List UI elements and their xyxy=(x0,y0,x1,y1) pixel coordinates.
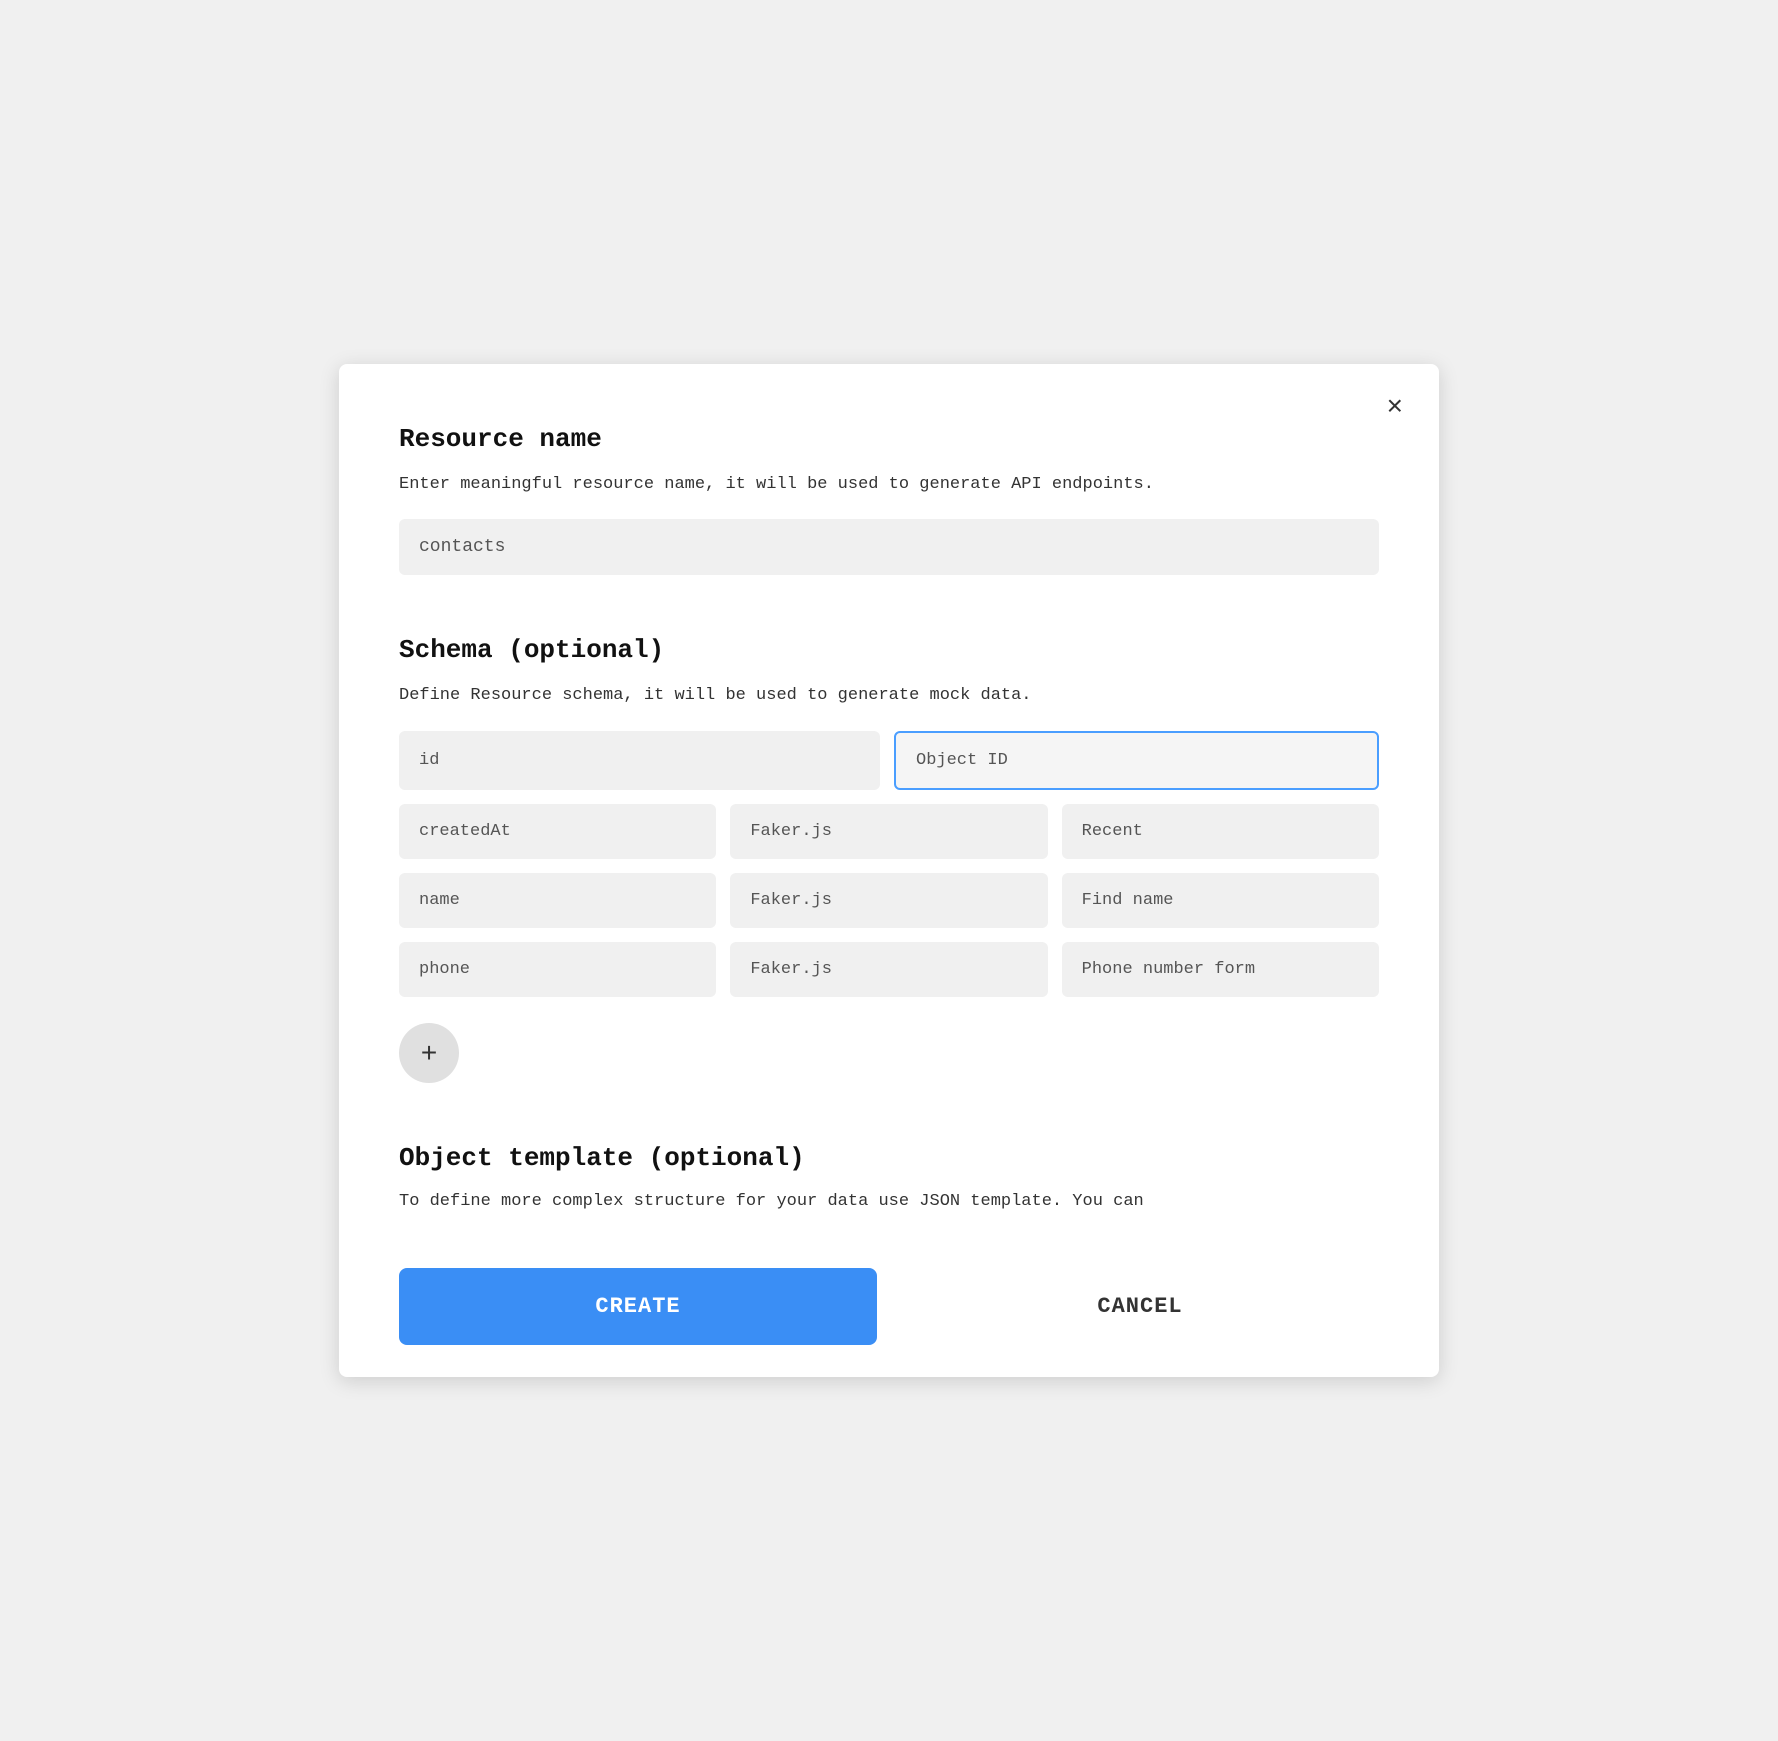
plus-icon: + xyxy=(421,1037,437,1069)
schema-description: Define Resource schema, it will be used … xyxy=(399,683,1379,709)
table-row xyxy=(399,942,1379,997)
field-name-input[interactable] xyxy=(399,942,716,997)
modal-container: × Resource name Enter meaningful resourc… xyxy=(339,364,1439,1378)
resource-name-section: Resource name Enter meaningful resource … xyxy=(399,424,1379,616)
resource-name-description: Enter meaningful resource name, it will … xyxy=(399,472,1379,498)
field-option-input[interactable] xyxy=(1062,942,1379,997)
field-type-input[interactable] xyxy=(730,873,1047,928)
table-row xyxy=(399,873,1379,928)
field-option-input[interactable] xyxy=(1062,804,1379,859)
object-template-description: To define more complex structure for you… xyxy=(399,1189,1379,1215)
table-row xyxy=(399,731,1379,790)
resource-name-input[interactable] xyxy=(399,519,1379,575)
schema-title: Schema (optional) xyxy=(399,635,1379,665)
table-row xyxy=(399,804,1379,859)
object-template-section: Object template (optional) To define mor… xyxy=(399,1123,1379,1215)
schema-grid xyxy=(399,731,1379,997)
cancel-button[interactable]: CANCEL xyxy=(901,1268,1379,1345)
add-row-button[interactable]: + xyxy=(399,1023,459,1083)
resource-name-title: Resource name xyxy=(399,424,1379,454)
bottom-bar: CREATE CANCEL xyxy=(399,1244,1379,1377)
field-type-input[interactable] xyxy=(894,731,1379,790)
field-type-input[interactable] xyxy=(730,804,1047,859)
schema-section: Schema (optional) Define Resource schema… xyxy=(399,635,1379,1083)
field-name-input[interactable] xyxy=(399,873,716,928)
field-name-input[interactable] xyxy=(399,731,880,790)
create-button[interactable]: CREATE xyxy=(399,1268,877,1345)
field-name-input[interactable] xyxy=(399,804,716,859)
field-type-input[interactable] xyxy=(730,942,1047,997)
close-button[interactable]: × xyxy=(1387,392,1403,420)
object-template-title: Object template (optional) xyxy=(399,1143,1379,1173)
field-option-input[interactable] xyxy=(1062,873,1379,928)
